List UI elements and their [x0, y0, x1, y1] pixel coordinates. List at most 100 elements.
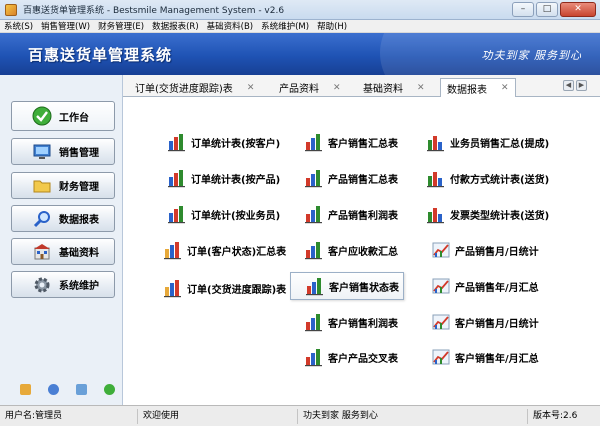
tab-basic-data[interactable]: 基础资料 ✕: [363, 78, 425, 97]
menu-bar: 系统(S) 销售管理(W) 财务管理(E) 数据报表(R) 基础资料(B) 系统…: [0, 20, 600, 33]
sidebar: 工作台 销售管理 财务管理 数据报表 基础资料 系统维护: [0, 75, 123, 405]
sidebar-item-reports[interactable]: 数据报表: [11, 205, 115, 232]
bar-chart-icon: [305, 170, 322, 188]
close-icon[interactable]: ✕: [247, 83, 255, 93]
report-label: 订单(客户状态)汇总表: [187, 246, 287, 258]
report-link[interactable]: 订单统计表(按产品): [167, 167, 280, 189]
report-link[interactable]: 客户产品交叉表: [304, 346, 398, 368]
report-label: 发票类型统计表(送货): [450, 210, 550, 222]
report-label: 客户销售利润表: [328, 318, 398, 330]
tab-label: 订单(交货进度跟踪)表: [135, 84, 233, 95]
tab-reports[interactable]: 数据报表 ✕: [440, 78, 516, 97]
building-icon: [32, 242, 52, 262]
report-panel: 订单统计表(按客户) 订单统计表(按产品) 订单统计(按业务员) 订单(客户状态…: [123, 97, 600, 405]
check-circle-icon: [32, 106, 52, 126]
minimize-button[interactable]: –: [512, 2, 534, 17]
report-label: 订单统计表(按产品): [191, 174, 281, 186]
line-chart-icon: [432, 314, 450, 330]
bar-chart-icon: [305, 349, 322, 367]
status-user: 用户名:管理员: [0, 408, 138, 424]
bar-chart-icon: [168, 134, 185, 152]
report-label: 产品销售利润表: [328, 210, 398, 222]
report-link[interactable]: 订单统计(按业务员): [167, 203, 280, 225]
close-button[interactable]: ✕: [560, 2, 596, 17]
close-icon[interactable]: ✕: [501, 83, 509, 93]
banner-slogan: 功夫到家 服务到心: [481, 49, 582, 62]
refresh-icon[interactable]: [104, 384, 115, 395]
tab-scroll-right-icon[interactable]: ▶: [576, 80, 587, 91]
sidebar-item-maintenance[interactable]: 系统维护: [11, 271, 115, 298]
tab-order-progress[interactable]: 订单(交货进度跟踪)表 ✕: [135, 78, 254, 97]
report-link[interactable]: 客户销售利润表: [304, 311, 398, 333]
report-link[interactable]: 客户销售汇总表: [304, 131, 398, 153]
tab-scroll-left-icon[interactable]: ◀: [563, 80, 574, 91]
title-bar: 百惠送货单管理系统 - Bestsmile Management System …: [0, 0, 600, 20]
close-icon[interactable]: ✕: [417, 83, 425, 93]
window-title: 百惠送货单管理系统 - Bestsmile Management System …: [23, 6, 285, 16]
sidebar-shortcuts: [0, 384, 123, 400]
report-link[interactable]: 产品销售利润表: [304, 203, 398, 225]
clock-icon[interactable]: [48, 384, 59, 395]
report-link[interactable]: 发票类型统计表(送货): [426, 203, 549, 225]
menu-sales[interactable]: 销售管理(W): [37, 20, 94, 32]
report-link[interactable]: 订单统计表(按客户): [167, 131, 280, 153]
calculator-icon[interactable]: [76, 384, 87, 395]
sidebar-item-sales[interactable]: 销售管理: [11, 138, 115, 165]
close-icon[interactable]: ✕: [333, 83, 341, 93]
sidebar-item-label: 财务管理: [59, 182, 99, 193]
report-link-selected[interactable]: 客户销售状态表: [290, 272, 404, 300]
bar-chart-icon: [164, 242, 181, 260]
report-label: 产品销售月/日统计: [455, 246, 539, 258]
tab-product-data[interactable]: 产品资料 ✕: [279, 78, 341, 97]
menu-basic-data[interactable]: 基础资料(B): [203, 20, 257, 32]
sidebar-item-basic-data[interactable]: 基础资料: [11, 238, 115, 265]
report-link[interactable]: 订单(交货进度跟踪)表: [163, 277, 286, 299]
window-controls: – □ ✕: [512, 2, 596, 17]
report-label: 订单(交货进度跟踪)表: [187, 284, 287, 296]
status-version: 版本号:2.6: [533, 410, 578, 421]
bar-chart-icon: [427, 208, 444, 224]
report-link[interactable]: 客户销售月/日统计: [431, 311, 539, 333]
status-slogan: 功夫到家 服务到心: [298, 408, 528, 424]
report-link[interactable]: 产品销售汇总表: [304, 167, 398, 189]
sidebar-item-label: 系统维护: [59, 281, 99, 292]
bar-chart-icon: [168, 206, 185, 224]
report-label: 产品销售年/月汇总: [455, 282, 539, 294]
bar-chart-icon: [427, 172, 444, 188]
report-link[interactable]: 付款方式统计表(送货): [426, 167, 549, 189]
gear-icon: [32, 275, 52, 295]
report-link[interactable]: 客户应收款汇总: [304, 239, 398, 261]
maximize-button[interactable]: □: [536, 2, 558, 17]
report-link[interactable]: 产品销售月/日统计: [431, 239, 539, 261]
sidebar-item-workbench[interactable]: 工作台: [11, 101, 115, 131]
report-label: 客户销售汇总表: [328, 138, 398, 150]
report-label: 付款方式统计表(送货): [450, 174, 550, 186]
monitor-icon: [32, 142, 52, 162]
menu-maintenance[interactable]: 系统维护(M): [257, 20, 313, 32]
tab-bar: 订单(交货进度跟踪)表 ✕ 产品资料 ✕ 基础资料 ✕ 数据报表 ✕ ◀ ▶: [123, 75, 600, 97]
edit-icon[interactable]: [20, 384, 31, 395]
report-link[interactable]: 业务员销售汇总(提成): [426, 131, 549, 153]
bar-chart-icon: [305, 314, 322, 332]
report-link[interactable]: 订单(客户状态)汇总表: [163, 239, 286, 261]
report-link[interactable]: 产品销售年/月汇总: [431, 275, 539, 297]
line-chart-icon: [432, 349, 450, 365]
sidebar-item-label: 销售管理: [59, 148, 99, 159]
app-banner: 百惠送货单管理系统 功夫到家 服务到心: [0, 33, 600, 75]
bar-chart-icon: [164, 280, 181, 298]
menu-finance[interactable]: 财务管理(E): [94, 20, 148, 32]
menu-system[interactable]: 系统(S): [0, 20, 37, 32]
status-welcome: 欢迎使用: [138, 408, 298, 424]
sidebar-item-finance[interactable]: 财务管理: [11, 172, 115, 199]
sidebar-item-label: 基础资料: [59, 248, 99, 259]
menu-reports[interactable]: 数据报表(R): [148, 20, 203, 32]
bar-chart-icon: [427, 136, 444, 152]
bar-chart-icon: [305, 134, 322, 152]
report-label: 业务员销售汇总(提成): [450, 138, 550, 150]
line-chart-icon: [432, 278, 450, 294]
sidebar-item-label: 数据报表: [59, 215, 99, 226]
report-link[interactable]: 客户销售年/月汇总: [431, 346, 539, 368]
report-label: 客户应收款汇总: [328, 246, 398, 258]
sidebar-item-label: 工作台: [59, 112, 89, 124]
menu-help[interactable]: 帮助(H): [313, 20, 351, 32]
